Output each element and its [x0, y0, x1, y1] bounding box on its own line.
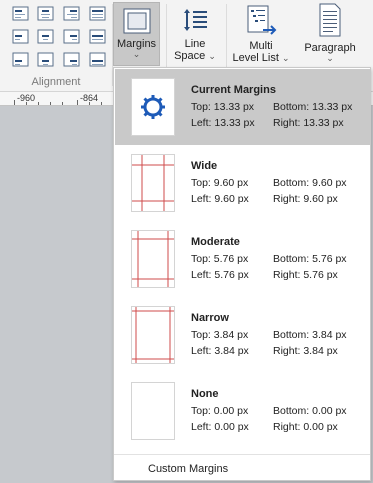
align-bottom-justify-button[interactable] — [89, 52, 107, 68]
no-margins-thumbnail — [131, 382, 175, 440]
gear-icon — [141, 95, 165, 119]
option-title: Moderate — [191, 236, 240, 248]
ruler-tick — [77, 100, 78, 105]
multilevel-list-icon — [247, 5, 277, 35]
align-bottom-center-button[interactable] — [37, 52, 55, 68]
margin-right-value: Right: 9.60 px — [273, 193, 338, 205]
margin-left-value: Left: 5.76 px — [191, 269, 249, 281]
ruler-tick — [89, 102, 90, 105]
align-right-icon — [63, 6, 80, 21]
moderate-margins-thumbnail — [131, 230, 175, 288]
margin-right-value: Right: 5.76 px — [273, 269, 338, 281]
align-middle-center-button[interactable] — [37, 29, 55, 45]
margin-option-moderate[interactable]: Moderate Top: 5.76 px Bottom: 5.76 px Le… — [115, 221, 370, 297]
margin-right-value: Right: 13.33 px — [273, 117, 344, 129]
margin-left-value: Left: 13.33 px — [191, 117, 255, 129]
margin-left-value: Left: 3.84 px — [191, 345, 249, 357]
alignment-group-label: Alignment — [31, 76, 81, 88]
alignment-group: Alignment — [0, 0, 112, 92]
align-left-icon — [12, 6, 29, 21]
chevron-down-icon: ⌄ — [208, 51, 216, 61]
custom-margins-item[interactable]: Custom Margins — [148, 463, 228, 475]
line-space-button[interactable]: Line Space ⌄ — [168, 6, 222, 62]
align-center-button[interactable] — [37, 6, 55, 22]
current-margins-thumbnail — [131, 78, 175, 136]
option-title: Narrow — [191, 312, 229, 324]
option-title: Wide — [191, 160, 218, 172]
align-middle-justify-button[interactable] — [89, 29, 107, 45]
multi-level-list-button[interactable]: Multi Level List ⌄ — [228, 4, 294, 64]
margin-bottom-value: Bottom: 0.00 px — [273, 405, 347, 417]
ruler-tick — [101, 102, 102, 105]
margin-left-value: Left: 0.00 px — [191, 421, 249, 433]
align-middle-left-icon — [12, 29, 29, 44]
margin-preview-icon — [132, 155, 174, 211]
align-top-left-button[interactable] — [12, 29, 30, 45]
margins-icon — [123, 8, 150, 34]
align-bottom-center-icon — [37, 52, 54, 67]
margins-dropdown: Current Margins Top: 13.33 px Bottom: 13… — [113, 67, 371, 481]
margin-right-value: Right: 3.84 px — [273, 345, 338, 357]
paragraph-button[interactable]: Paragraph ⌄ — [300, 2, 360, 63]
margin-option-none[interactable]: None Top: 0.00 px Bottom: 0.00 px Left: … — [115, 373, 370, 449]
align-middle-justify-icon — [89, 29, 106, 44]
ruler-tick — [50, 102, 51, 105]
margin-preview-icon — [132, 307, 174, 363]
menu-divider — [114, 454, 370, 455]
line-space-label-1: Line — [184, 38, 206, 50]
narrow-margins-thumbnail — [131, 306, 175, 364]
margin-option-current[interactable]: Current Margins Top: 13.33 px Bottom: 13… — [115, 69, 370, 145]
ruler-tick — [62, 102, 63, 105]
align-right-button[interactable] — [63, 6, 81, 22]
option-title: Current Margins — [191, 84, 276, 96]
align-bottom-left-icon — [12, 52, 29, 67]
margin-bottom-value: Bottom: 3.84 px — [273, 329, 347, 341]
multi-level-label-2: Level List — [232, 52, 279, 64]
margin-top-value: Top: 3.84 px — [191, 329, 249, 341]
align-bottom-right-icon — [63, 52, 80, 67]
margin-top-value: Top: 13.33 px — [191, 101, 255, 113]
margin-bottom-value: Bottom: 9.60 px — [273, 177, 347, 189]
justify-button[interactable] — [89, 6, 107, 22]
align-bottom-left-button[interactable] — [12, 52, 30, 68]
margin-preview-icon — [132, 231, 174, 287]
align-middle-right-icon — [63, 29, 80, 44]
option-title: None — [191, 388, 219, 400]
margins-button[interactable]: Margins ⌄ — [113, 2, 160, 66]
align-center-icon — [37, 6, 54, 21]
align-left-button[interactable] — [12, 6, 30, 22]
margin-top-value: Top: 9.60 px — [191, 177, 249, 189]
paragraph-icon — [319, 3, 341, 37]
line-spacing-icon — [184, 9, 207, 31]
wide-margins-thumbnail — [131, 154, 175, 212]
margin-top-value: Top: 0.00 px — [191, 405, 249, 417]
margin-top-value: Top: 5.76 px — [191, 253, 249, 265]
margin-option-narrow[interactable]: Narrow Top: 3.84 px Bottom: 3.84 px Left… — [115, 297, 370, 373]
ruler-tick — [26, 102, 27, 105]
line-space-label-2: Space — [174, 50, 206, 62]
align-bottom-justify-icon — [89, 52, 106, 67]
margin-left-value: Left: 9.60 px — [191, 193, 249, 205]
chevron-down-icon: ⌄ — [282, 53, 290, 63]
align-middle-right-button[interactable] — [63, 29, 81, 45]
ruler-tick — [38, 102, 39, 105]
margin-right-value: Right: 0.00 px — [273, 421, 338, 433]
align-middle-center-icon — [37, 29, 54, 44]
align-bottom-right-button[interactable] — [63, 52, 81, 68]
ruler-tick — [14, 100, 15, 105]
chevron-down-icon: ⌄ — [326, 53, 334, 63]
margin-bottom-value: Bottom: 13.33 px — [273, 101, 353, 113]
chevron-down-icon: ⌄ — [132, 49, 141, 59]
margin-option-wide[interactable]: Wide Top: 9.60 px Bottom: 9.60 px Left: … — [115, 145, 370, 221]
margin-bottom-value: Bottom: 5.76 px — [273, 253, 347, 265]
multi-level-label-1: Multi — [249, 40, 273, 52]
justify-icon — [89, 6, 106, 21]
